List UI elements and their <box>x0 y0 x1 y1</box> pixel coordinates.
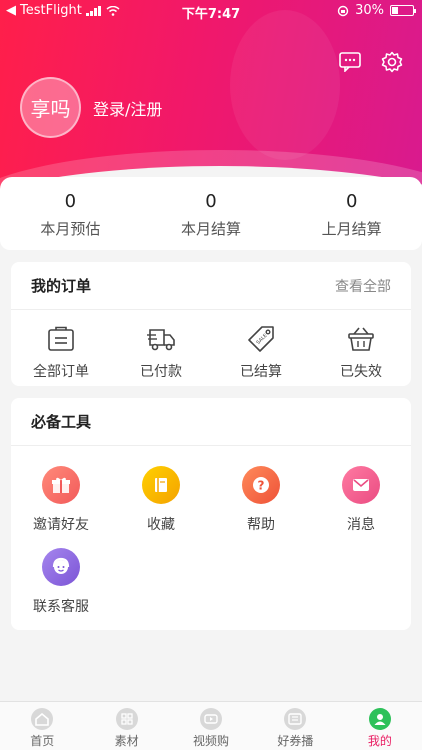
stat-value: 0 <box>205 191 217 212</box>
avatar[interactable]: 享吗 <box>20 77 81 138</box>
gift-icon <box>42 466 80 504</box>
order-paid[interactable]: 已付款 <box>111 325 211 381</box>
basket-icon <box>311 325 411 353</box>
essential-tools-card: 必备工具 邀请好友 收藏 ? 帮助 消息 联系客服 <box>11 398 411 630</box>
stat-this-month-settled[interactable]: 0 本月结算 <box>141 177 282 250</box>
stat-value: 0 <box>64 191 77 212</box>
view-all-orders-link[interactable]: 查看全部 <box>335 276 391 296</box>
tab-mine[interactable]: 我的 <box>338 702 422 750</box>
status-bar: ◀ TestFlight 下午7:47 30% <box>0 0 422 22</box>
user-icon <box>368 708 391 730</box>
battery-icon <box>390 5 416 16</box>
header-decoration <box>230 10 340 160</box>
tab-label: 好券播 <box>277 734 314 748</box>
tool-label: 收藏 <box>147 517 175 533</box>
coupon-icon <box>284 708 307 730</box>
rotation-lock-icon <box>337 5 349 16</box>
stat-value: 0 <box>345 191 358 212</box>
order-expired[interactable]: 已失效 <box>311 325 411 381</box>
stat-label: 上月结算 <box>321 220 382 238</box>
tab-materials[interactable]: 素材 <box>84 702 168 750</box>
mail-icon <box>342 466 380 504</box>
tab-label: 素材 <box>114 734 139 748</box>
tab-label: 首页 <box>30 734 55 748</box>
tool-invite-friends[interactable]: 邀请好友 <box>11 466 111 534</box>
tab-video-shopping[interactable]: 视频购 <box>169 702 253 750</box>
login-register-link[interactable]: 登录/注册 <box>93 96 162 120</box>
order-label: 已结算 <box>240 364 282 380</box>
tab-home[interactable]: 首页 <box>0 702 84 750</box>
order-label: 已付款 <box>140 364 182 380</box>
tools-title: 必备工具 <box>31 413 92 431</box>
earnings-stats: 0 本月预估 0 本月结算 0 上月结算 <box>0 177 422 250</box>
tab-label: 视频购 <box>193 734 230 748</box>
grid-icon <box>115 708 138 730</box>
order-all[interactable]: 全部订单 <box>11 325 111 381</box>
order-label: 已失效 <box>340 364 382 380</box>
orders-title: 我的订单 <box>31 277 92 295</box>
settings-gear-icon[interactable] <box>380 50 404 74</box>
svg-text:?: ? <box>258 479 265 493</box>
tool-customer-service[interactable]: 联系客服 <box>11 548 111 616</box>
stat-last-month-settled[interactable]: 0 上月结算 <box>281 177 422 250</box>
stat-this-month-estimate[interactable]: 0 本月预估 <box>0 177 141 250</box>
tool-messages[interactable]: 消息 <box>311 466 411 534</box>
order-label: 全部订单 <box>33 364 89 380</box>
tab-label: 我的 <box>367 734 392 748</box>
service-agent-icon <box>42 548 80 586</box>
message-icon[interactable] <box>338 50 362 74</box>
battery-percent: 30% <box>355 3 384 18</box>
sale-tag-icon: SALE <box>211 325 311 353</box>
tool-label: 联系客服 <box>33 599 89 615</box>
my-orders-card: 我的订单 查看全部 全部订单 已付款 SALE 已结算 已失效 <box>11 262 411 386</box>
stat-label: 本月结算 <box>181 220 242 238</box>
tool-label: 邀请好友 <box>33 517 89 533</box>
tool-help[interactable]: ? 帮助 <box>211 466 311 534</box>
home-icon <box>31 708 54 730</box>
order-settled[interactable]: SALE 已结算 <box>211 325 311 381</box>
book-icon <box>142 466 180 504</box>
video-icon <box>200 708 223 730</box>
question-icon: ? <box>242 466 280 504</box>
tool-label: 帮助 <box>247 517 275 533</box>
clipboard-icon <box>11 325 111 353</box>
tab-coupon-broadcast[interactable]: 好券播 <box>253 702 337 750</box>
bottom-tab-bar: 首页 素材 视频购 好券播 我的 <box>0 701 422 750</box>
tool-favorites[interactable]: 收藏 <box>111 466 211 534</box>
tool-label: 消息 <box>347 517 375 533</box>
delivery-truck-icon <box>111 325 211 353</box>
stat-label: 本月预估 <box>40 220 101 238</box>
